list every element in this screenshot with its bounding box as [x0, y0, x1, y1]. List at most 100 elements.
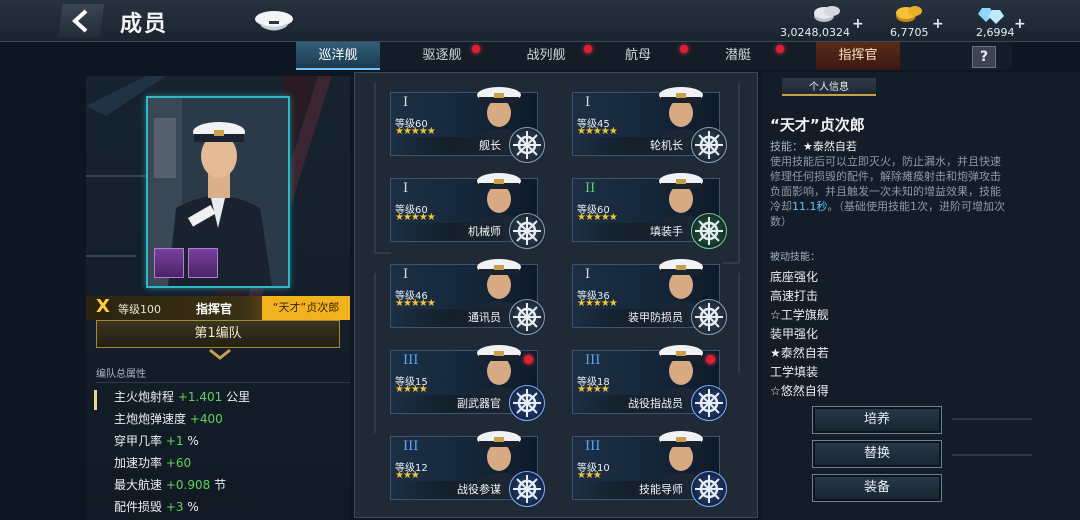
- tab-cruiser[interactable]: 巡洋舰: [296, 42, 380, 70]
- stat-value: +0.908: [165, 478, 211, 492]
- silver-add-button[interactable]: +: [852, 16, 864, 32]
- crew-grade: III: [585, 439, 601, 454]
- stat-label: 配件损毁: [114, 500, 163, 514]
- divider: [952, 454, 1032, 456]
- stat-marker: [94, 390, 97, 410]
- train-button[interactable]: 培养: [812, 406, 942, 434]
- stat-value: +400: [189, 412, 223, 426]
- crew-stars: ★★★★: [395, 384, 428, 395]
- tab-personal-info[interactable]: 个人信息: [782, 78, 876, 96]
- gear-icon: [691, 471, 727, 507]
- diamond-amount: 2,6994: [976, 26, 1015, 39]
- stat-row: 加速功率 +60: [114, 454, 191, 471]
- tab-label: 潜艇: [724, 48, 751, 63]
- crew-stars: ★★★★★: [577, 212, 618, 223]
- tab-commander[interactable]: 指挥官: [816, 42, 900, 70]
- hero-name: “天才”贞次郎: [770, 116, 865, 134]
- gold-coins-icon: [896, 6, 922, 22]
- fleet-select-button[interactable]: 第1编队: [96, 320, 340, 348]
- crew-card[interactable]: III 等级15 ★★★★ 副武器官: [390, 345, 545, 421]
- crew-grade: I: [403, 181, 409, 196]
- passive-skill: ☆悠然自得: [770, 384, 829, 398]
- commander-name: “天才”贞次郎: [262, 296, 350, 320]
- help-button[interactable]: ?: [972, 46, 996, 68]
- passive-skill: 底座强化: [770, 270, 819, 284]
- active-skill-heading: 技能：★泰然自若: [770, 138, 857, 154]
- wrench-icon: [691, 299, 727, 335]
- gold-amount: 6,7705: [890, 26, 929, 39]
- equip-button[interactable]: 装备: [812, 474, 942, 502]
- back-arrow-icon: [72, 9, 88, 33]
- crew-grade: II: [585, 181, 596, 196]
- tab-label: 巡洋舰: [318, 48, 358, 63]
- crew-stars: ★★★★★: [395, 126, 436, 137]
- replace-button[interactable]: 替换: [812, 440, 942, 468]
- gear-icon: [691, 127, 727, 163]
- crew-card[interactable]: III 等级10 ★★★ 技能导师: [572, 431, 727, 507]
- crew-grade: I: [585, 95, 591, 110]
- crew-card[interactable]: I 等级60 ★★★★★ 机械师: [390, 173, 545, 249]
- crew-card[interactable]: I 等级36 ★★★★★ 装甲防损员: [572, 259, 727, 335]
- diamond-add-button[interactable]: +: [1014, 16, 1026, 32]
- crew-role: 轮机长: [650, 139, 683, 152]
- radio-tower-icon: [509, 299, 545, 335]
- helm-wheel-icon: [509, 213, 545, 249]
- skill-label: 技能：: [770, 140, 803, 153]
- stat-row: 主炮炮弹速度 +400: [114, 410, 223, 427]
- passive-skill: 高速打击: [770, 289, 819, 303]
- crew-stars: ★★★★★: [577, 126, 618, 137]
- passive-skill: ☆工学旗舰: [770, 308, 829, 322]
- crew-card[interactable]: I 等级45 ★★★★★ 轮机长: [572, 87, 727, 163]
- crew-grade: I: [585, 267, 591, 282]
- stat-value: +60: [165, 456, 192, 470]
- passive-skill-heading: 被动技能：: [770, 252, 820, 263]
- crew-card[interactable]: I 等级60 ★★★★★ 舰长: [390, 87, 545, 163]
- passive-skill: 装甲强化: [770, 327, 819, 341]
- crew-stars: ★★★★★: [395, 298, 436, 309]
- crew-stars: ★★★★★: [577, 298, 618, 309]
- skill-description: 使用技能后可以立即灭火，防止漏水，并且快速修理任何损毁的配件，解除瘫痪射击和炮弹…: [770, 154, 1006, 229]
- crew-role: 机械师: [468, 225, 501, 238]
- stat-unit: 节: [214, 478, 227, 492]
- tab-carrier[interactable]: 航母: [596, 42, 688, 70]
- officer-cap-icon: [255, 11, 293, 31]
- binoculars-icon: [509, 471, 545, 507]
- stat-row: 主火炮射程 +1.401 公里: [114, 388, 250, 405]
- back-button[interactable]: [58, 4, 104, 38]
- silver-coins-icon: [814, 6, 840, 22]
- alert-dot: [776, 45, 784, 53]
- crew-grade: I: [403, 267, 409, 282]
- alert-dot: [524, 355, 533, 364]
- alert-dot: [472, 45, 480, 53]
- tab-submarine[interactable]: 潜艇: [696, 42, 784, 70]
- currency-diamond: 2,6994 +: [972, 2, 1032, 42]
- crew-card[interactable]: I 等级46 ★★★★★ 通讯员: [390, 259, 545, 335]
- chevron-down-icon[interactable]: [208, 348, 232, 362]
- crew-role: 技能导师: [639, 483, 683, 496]
- crew-role: 通讯员: [468, 311, 501, 324]
- gold-add-button[interactable]: +: [932, 16, 944, 32]
- crew-role: 舰长: [479, 139, 501, 152]
- crew-stars: ★★★★: [577, 384, 610, 395]
- stat-row: 穿甲几率 +1 %: [114, 432, 199, 449]
- crew-card[interactable]: III 等级18 ★★★★ 战役指战员: [572, 345, 727, 421]
- currency-silver: 3,0248,0324 +: [780, 2, 870, 42]
- tab-battleship[interactable]: 战列舰: [504, 42, 592, 70]
- tab-label: 驱逐舰: [422, 48, 462, 63]
- skill-badge-icon[interactable]: [154, 248, 184, 278]
- crew-stars: ★★★★★: [395, 212, 436, 223]
- tab-destroyer[interactable]: 驱逐舰: [400, 42, 484, 70]
- commander-level: 等级100: [118, 303, 161, 316]
- alert-dot: [706, 355, 715, 364]
- page-title: 成员: [120, 12, 169, 37]
- currency-gold: 6,7705 +: [890, 2, 950, 42]
- ship-type-tabs: 巡洋舰 驱逐舰 战列舰 航母 潜艇 指挥官: [296, 42, 1012, 70]
- stat-label: 穿甲几率: [114, 434, 163, 448]
- commander-rank: X: [96, 296, 110, 317]
- torpedo-icon: [509, 385, 545, 421]
- tab-label: 指挥官: [838, 48, 878, 63]
- skill-badge-icon[interactable]: [188, 248, 218, 278]
- stat-value: +1.401: [177, 390, 223, 404]
- crew-card[interactable]: III 等级12 ★★★ 战役参谋: [390, 431, 545, 507]
- crew-card[interactable]: II 等级60 ★★★★★ 填装手: [572, 173, 727, 249]
